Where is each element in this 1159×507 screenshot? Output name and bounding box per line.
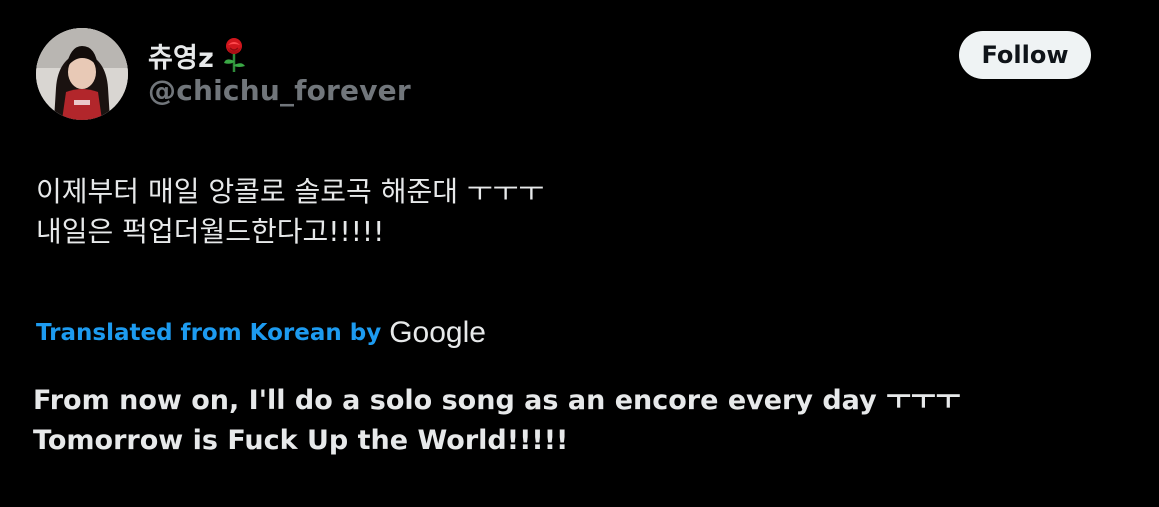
rose-icon bbox=[218, 37, 250, 73]
translation-attribution: Translated from Korean by Google bbox=[36, 314, 486, 352]
translation-link[interactable]: Translated from Korean by bbox=[36, 320, 381, 346]
tweet-text: 이제부터 매일 앙콜로 솔로곡 해준대 ㅜㅜㅜ 내일은 퍽업더월드한다고!!!!… bbox=[36, 175, 545, 248]
tweet-card: 츄영z @chichu_forever Follow 이제부터 매일 앙콜로 솔… bbox=[0, 0, 1159, 507]
display-name[interactable]: 츄영z bbox=[148, 36, 214, 75]
follow-button[interactable]: Follow bbox=[959, 31, 1091, 79]
avatar-photo-icon bbox=[36, 28, 128, 120]
avatar[interactable] bbox=[36, 28, 128, 120]
author-name-row[interactable]: 츄영z bbox=[148, 36, 250, 74]
google-logo: Google bbox=[389, 316, 486, 349]
author-handle[interactable]: @chichu_forever bbox=[148, 74, 411, 107]
translated-text: From now on, I'll do a solo song as an e… bbox=[33, 385, 961, 456]
